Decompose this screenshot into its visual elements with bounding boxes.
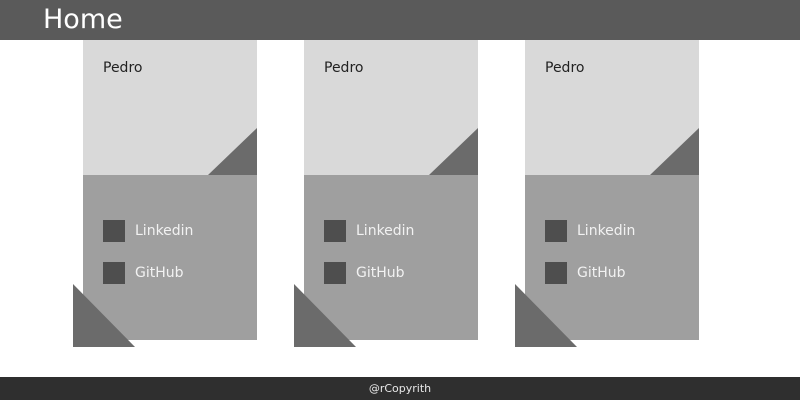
corner-decoration: [73, 284, 135, 347]
linkedin-link[interactable]: Linkedin: [103, 220, 243, 242]
page-title: Home: [43, 4, 123, 35]
github-link[interactable]: GitHub: [545, 262, 685, 284]
footer-bar: @rCopyrith: [0, 377, 800, 400]
github-label: GitHub: [356, 265, 405, 281]
corner-decoration: [515, 284, 577, 347]
card-header: Pedro: [83, 40, 257, 175]
github-icon: [545, 262, 567, 284]
linkedin-link[interactable]: Linkedin: [324, 220, 464, 242]
linkedin-label: Linkedin: [577, 223, 636, 239]
github-label: GitHub: [577, 265, 626, 281]
header-bar: Home: [0, 0, 800, 40]
linkedin-label: Linkedin: [356, 223, 415, 239]
page: Home Pedro Linkedin GitHub Pedro Linkedi…: [0, 0, 800, 400]
linkedin-icon: [545, 220, 567, 242]
linkedin-link[interactable]: Linkedin: [545, 220, 685, 242]
corner-decoration: [650, 128, 699, 175]
corner-decoration: [429, 128, 478, 175]
card-header: Pedro: [525, 40, 699, 175]
github-link[interactable]: GitHub: [103, 262, 243, 284]
corner-decoration: [294, 284, 356, 347]
linkedin-label: Linkedin: [135, 223, 194, 239]
copyright-text: @rCopyrith: [368, 382, 432, 395]
card-header: Pedro: [304, 40, 478, 175]
github-link[interactable]: GitHub: [324, 262, 464, 284]
linkedin-icon: [324, 220, 346, 242]
github-icon: [324, 262, 346, 284]
github-label: GitHub: [135, 265, 184, 281]
linkedin-icon: [103, 220, 125, 242]
github-icon: [103, 262, 125, 284]
corner-decoration: [208, 128, 257, 175]
